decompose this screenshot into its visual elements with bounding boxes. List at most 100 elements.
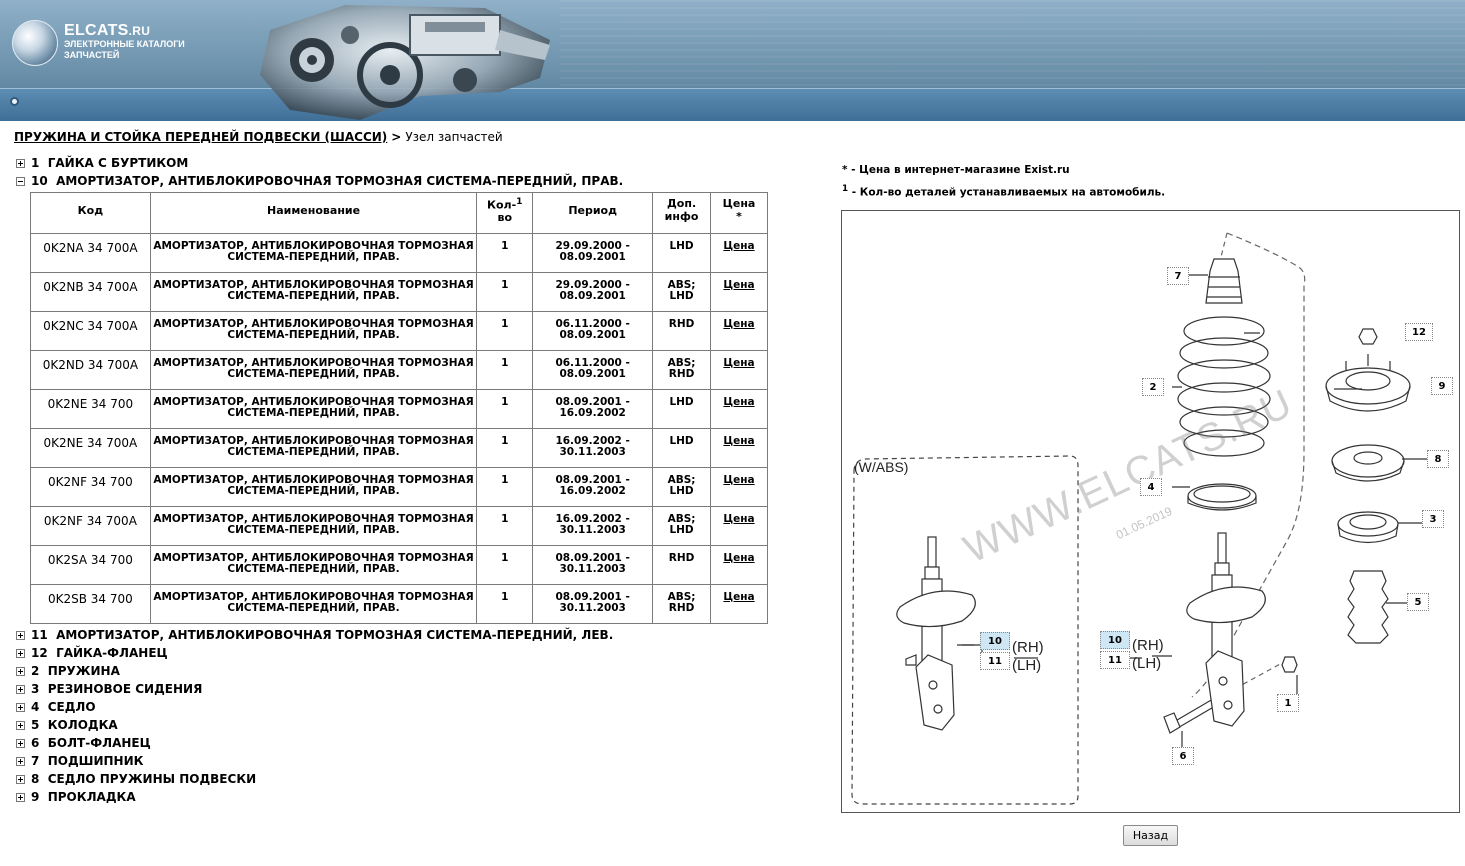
table-row: 0K2NB 34 700A АМОРТИЗАТОР, АНТИБЛОКИРОВОЧ… (30, 272, 768, 312)
callout-12[interactable]: 12 (1405, 323, 1433, 341)
price-link[interactable]: Цена (723, 357, 754, 369)
part-code[interactable]: 0K2NB 34 700A (30, 272, 151, 312)
part-quantity: 1 (476, 545, 534, 585)
part-price-cell: Цена (710, 545, 768, 585)
callout-1[interactable]: 1 (1277, 694, 1299, 712)
expand-icon[interactable] (16, 630, 25, 640)
callout-10[interactable]: 10 (1100, 631, 1130, 649)
part-code[interactable]: 0K2NE 34 700A (30, 428, 151, 468)
callout-11-wabs[interactable]: 11 (980, 652, 1010, 670)
part-quantity: 1 (476, 428, 534, 468)
callout-2[interactable]: 2 (1142, 378, 1164, 396)
tree-item-3[interactable]: 3 РЕЗИНОВОЕ СИДЕНИЯ (16, 681, 202, 697)
tree-item-10[interactable]: 10 АМОРТИЗАТОР, АНТИБЛОКИРОВОЧНАЯ ТОРМОЗ… (16, 173, 623, 189)
expand-icon[interactable] (16, 702, 25, 712)
part-code[interactable]: 0K2ND 34 700A (30, 350, 151, 390)
expand-icon[interactable] (16, 720, 25, 730)
part-name: АМОРТИЗАТОР, АНТИБЛОКИРОВОЧНАЯ ТОРМОЗНАЯ… (149, 467, 478, 507)
tree-item-4[interactable]: 4 СЕДЛО (16, 699, 96, 715)
price-link[interactable]: Цена (723, 591, 754, 603)
expand-icon[interactable] (16, 738, 25, 748)
tree-item-number: 11 (31, 628, 48, 642)
callout-8[interactable]: 8 (1427, 450, 1449, 468)
price-link[interactable]: Цена (723, 474, 754, 486)
table-row: 0K2NA 34 700A АМОРТИЗАТОР, АНТИБЛОКИРОВОЧ… (30, 233, 768, 273)
part-code[interactable]: 0K2NF 34 700A (30, 506, 151, 546)
globe-logo-icon[interactable] (12, 20, 58, 66)
callout-11[interactable]: 11 (1100, 651, 1130, 669)
tree-item-7[interactable]: 7 ПОДШИПНИК (16, 753, 143, 769)
part-code[interactable]: 0K2NA 34 700A (30, 233, 151, 273)
collapse-icon[interactable] (16, 176, 25, 186)
table-row: 0K2NF 34 700A АМОРТИЗАТОР, АНТИБЛОКИРОВОЧ… (30, 506, 768, 546)
callout-3[interactable]: 3 (1422, 510, 1444, 528)
price-link[interactable]: Цена (723, 240, 754, 252)
part-quantity: 1 (476, 233, 534, 273)
part-info: ABS; LHD (652, 506, 712, 546)
tree-item-number: 9 (31, 790, 40, 804)
part-price-cell: Цена (710, 272, 768, 312)
back-button[interactable]: Назад (1123, 825, 1178, 846)
price-link[interactable]: Цена (723, 435, 754, 447)
part-quantity: 1 (476, 311, 534, 351)
logo-title[interactable]: ELCATS.RU (64, 22, 150, 40)
price-link[interactable]: Цена (723, 318, 754, 330)
tree-item-9[interactable]: 9 ПРОКЛАДКА (16, 789, 136, 805)
tree-item-5[interactable]: 5 КОЛОДКА (16, 717, 118, 733)
logo-subtitle: ЭЛЕКТРОННЫЕ КАТАЛОГИ ЗАПЧАСТЕЙ (64, 39, 185, 60)
engine-image-icon (260, 5, 550, 120)
tree-item-number: 2 (31, 664, 40, 678)
part-price-cell: Цена (710, 428, 768, 468)
tree-item-11[interactable]: 11 АМОРТИЗАТОР, АНТИБЛОКИРОВОЧНАЯ ТОРМОЗ… (16, 627, 613, 643)
part-code[interactable]: 0K2NC 34 700A (30, 311, 151, 351)
expand-icon[interactable] (16, 666, 25, 676)
tree-item-label: ГАЙКА-ФЛАНЕЦ (56, 646, 168, 660)
site-header: ELCATS.RU ЭЛЕКТРОННЫЕ КАТАЛОГИ ЗАПЧАСТЕЙ (0, 0, 1465, 121)
breadcrumb-link[interactable]: ПРУЖИНА И СТОЙКА ПЕРЕДНЕЙ ПОДВЕСКИ (ШАСС… (14, 130, 387, 144)
part-quantity: 1 (476, 467, 534, 507)
tree-item-6[interactable]: 6 БОЛТ-ФЛАНЕЦ (16, 735, 151, 751)
tree-item-8[interactable]: 8 СЕДЛО ПРУЖИНЫ ПОДВЕСКИ (16, 771, 256, 787)
header-bullet-icon (10, 97, 19, 106)
tree-item-1[interactable]: 1 ГАЙКА С БУРТИКОМ (16, 155, 188, 171)
part-price-cell: Цена (710, 311, 768, 351)
expand-icon[interactable] (16, 774, 25, 784)
part-code[interactable]: 0K2NF 34 700 (30, 467, 151, 507)
expand-icon[interactable] (16, 684, 25, 694)
part-period: 06.11.2000 -08.09.2001 (532, 350, 654, 390)
expand-icon[interactable] (16, 648, 25, 658)
callout-10-wabs[interactable]: 10 (980, 632, 1010, 650)
tree-item-2[interactable]: 2 ПРУЖИНА (16, 663, 120, 679)
part-code[interactable]: 0K2SA 34 700 (30, 545, 151, 585)
tree-item-label: БОЛТ-ФЛАНЕЦ (47, 736, 151, 750)
tree-item-number: 6 (31, 736, 40, 750)
callout-4[interactable]: 4 (1140, 478, 1162, 496)
part-quantity: 1 (476, 584, 534, 624)
part-info: LHD (652, 389, 712, 429)
price-link[interactable]: Цена (723, 552, 754, 564)
price-link[interactable]: Цена (723, 279, 754, 291)
lh-label: (LH) (1132, 655, 1162, 672)
price-link[interactable]: Цена (723, 513, 754, 525)
table-row: 0K2SA 34 700 АМОРТИЗАТОР, АНТИБЛОКИРОВОЧН… (30, 545, 768, 585)
tree-item-label: АМОРТИЗАТОР, АНТИБЛОКИРОВОЧНАЯ ТОРМОЗНАЯ… (56, 628, 614, 642)
callout-5[interactable]: 5 (1407, 593, 1429, 611)
table-row: 0K2ND 34 700A АМОРТИЗАТОР, АНТИБЛОКИРОВОЧ… (30, 350, 768, 390)
column-header-code: Код (30, 192, 151, 234)
callout-6[interactable]: 6 (1172, 747, 1194, 765)
expand-icon[interactable] (16, 756, 25, 766)
table-row: 0K2NF 34 700 АМОРТИЗАТОР, АНТИБЛОКИРОВОЧН… (30, 467, 768, 507)
expand-icon[interactable] (16, 158, 25, 168)
part-period: 08.09.2001 -30.11.2003 (532, 584, 654, 624)
tree-item-12[interactable]: 12 ГАЙКА-ФЛАНЕЦ (16, 645, 168, 661)
part-period: 08.09.2001 -30.11.2003 (532, 545, 654, 585)
callout-7[interactable]: 7 (1167, 267, 1189, 285)
wabs-label: (W/ABS) (854, 459, 909, 475)
expand-icon[interactable] (16, 792, 25, 802)
tree-item-label: АМОРТИЗАТОР, АНТИБЛОКИРОВОЧНАЯ ТОРМОЗНАЯ… (56, 174, 624, 188)
part-code[interactable]: 0K2SB 34 700 (30, 584, 151, 624)
callout-9[interactable]: 9 (1431, 377, 1453, 395)
part-period: 08.09.2001 -16.09.2002 (532, 389, 654, 429)
price-link[interactable]: Цена (723, 396, 754, 408)
part-code[interactable]: 0K2NE 34 700 (30, 389, 151, 429)
